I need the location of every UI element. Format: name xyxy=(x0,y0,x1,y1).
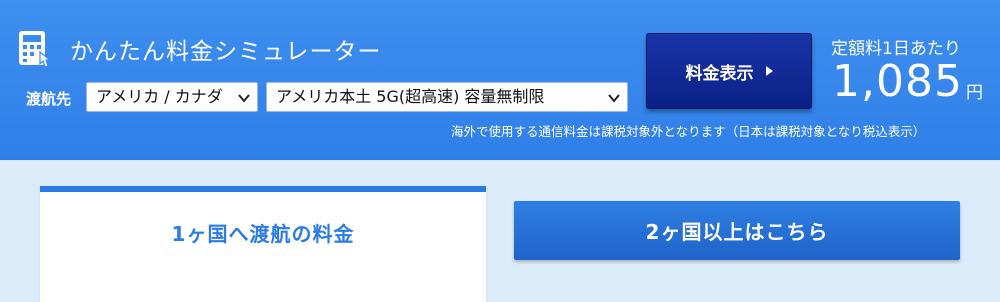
play-icon xyxy=(765,66,773,76)
show-price-button-label: 料金表示 xyxy=(685,63,754,84)
tab-multi-country-label: 2ヶ国以上はこちら xyxy=(645,220,829,244)
destination-label: 渡航先 xyxy=(26,90,72,108)
simulator-header: かんたん料金シミュレーター 渡航先 アメリカ / カナダ アメリカ本土 5G(超… xyxy=(0,0,1000,160)
tab-single-country[interactable]: 1ヶ国へ渡航の料金 xyxy=(40,186,486,302)
show-price-button[interactable]: 料金表示 xyxy=(646,33,812,109)
country-select[interactable]: アメリカ / カナダ xyxy=(86,82,258,112)
chevron-down-icon xyxy=(238,94,250,103)
app-title: かんたん料金シミュレーター xyxy=(70,39,382,65)
price-unit: 円 xyxy=(966,83,983,103)
tab-single-country-label: 1ヶ国へ渡航の料金 xyxy=(171,222,355,246)
chevron-down-icon xyxy=(608,94,620,103)
price-value: 1,085 xyxy=(832,56,963,107)
tax-note: 海外で使用する通信料金は課税対象外となります（日本は課税対象となり税込表示） xyxy=(451,124,926,139)
plan-select[interactable]: アメリカ本土 5G(超高速) 容量無制限 xyxy=(266,82,628,112)
tab-multi-country[interactable]: 2ヶ国以上はこちら xyxy=(514,201,960,260)
calculator-icon xyxy=(19,31,52,68)
plan-select-value: アメリカ本土 5G(超高速) 容量無制限 xyxy=(276,87,545,106)
country-select-value: アメリカ / カナダ xyxy=(96,87,223,106)
